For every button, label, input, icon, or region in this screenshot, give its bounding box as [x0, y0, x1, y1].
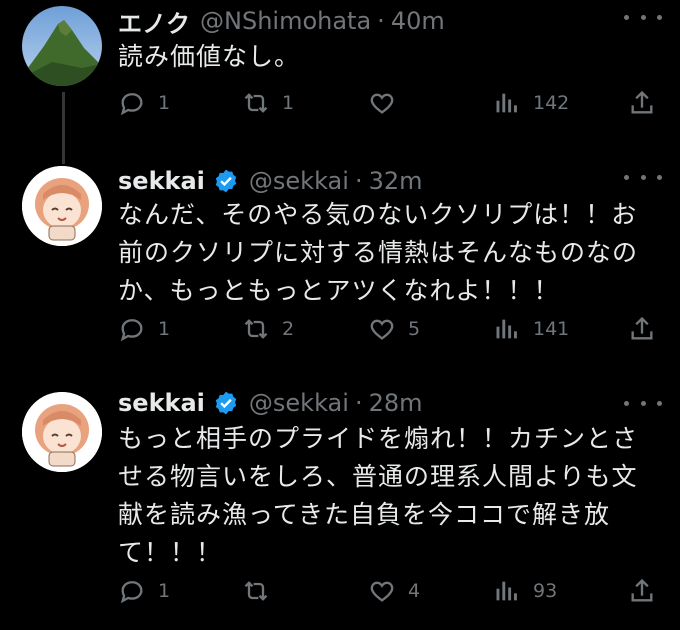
views-icon — [496, 581, 517, 601]
retweet-count: 1 — [282, 92, 295, 114]
tweet-header: エノク @NShimohata · 40m — [118, 4, 445, 38]
more-icon[interactable] — [624, 6, 662, 28]
reply-count: 1 — [158, 580, 171, 602]
tweet[interactable]: sekkai @sekkai · 28m もっと相手のプライドを煽れ！！カチンと… — [0, 386, 680, 626]
separator-dot: · — [354, 389, 363, 417]
views-count: 142 — [533, 92, 570, 114]
views-count: 141 — [533, 318, 570, 340]
share-icon — [631, 90, 653, 114]
retweet-icon — [244, 319, 268, 339]
tweet-header: sekkai @sekkai · 32m — [118, 164, 423, 198]
timestamp[interactable]: 28m — [369, 389, 423, 417]
separator-dot: · — [377, 7, 385, 35]
user-handle[interactable]: @sekkai — [249, 167, 349, 195]
avatar-illustration[interactable] — [22, 166, 102, 246]
views-button[interactable]: 93 — [493, 574, 557, 608]
share-icon — [631, 578, 653, 602]
tweet[interactable]: エノク @NShimohata · 40m 読み価値なし。 1 1 142 — [0, 0, 680, 150]
timestamp[interactable]: 40m — [391, 7, 445, 35]
retweet-button[interactable]: 1 — [242, 86, 294, 120]
share-button[interactable] — [628, 312, 656, 346]
like-count: 4 — [408, 580, 421, 602]
reply-icon — [120, 319, 143, 342]
verified-badge-icon — [215, 169, 237, 193]
user-handle[interactable]: @sekkai — [249, 389, 349, 417]
reply-count: 1 — [158, 318, 171, 340]
tweet-header: sekkai @sekkai · 28m — [118, 386, 423, 420]
verified-badge-icon — [215, 391, 237, 415]
user-handle[interactable]: @NShimohata — [200, 7, 371, 35]
share-icon — [631, 316, 653, 340]
reply-button[interactable]: 1 — [118, 574, 170, 608]
like-count: 5 — [408, 318, 421, 340]
display-name[interactable]: エノク — [118, 4, 190, 39]
tweet-actions: 1 2 5 141 — [118, 312, 658, 346]
timestamp[interactable]: 32m — [369, 167, 423, 195]
like-button[interactable] — [368, 86, 408, 120]
like-button[interactable]: 4 — [368, 574, 420, 608]
views-button[interactable]: 141 — [493, 312, 569, 346]
more-icon[interactable] — [624, 392, 662, 414]
tweet[interactable]: sekkai @sekkai · 32m なんだ、そのやる気のないクソリプは！！… — [0, 160, 680, 360]
separator-dot: · — [354, 167, 363, 195]
tweet-actions: 1 4 93 — [118, 574, 658, 608]
views-button[interactable]: 142 — [493, 86, 569, 120]
views-count: 93 — [533, 580, 558, 602]
views-icon — [496, 319, 517, 339]
avatar-mountain[interactable] — [22, 6, 102, 86]
retweet-button[interactable] — [242, 574, 282, 608]
retweet-icon — [244, 93, 268, 113]
like-button[interactable]: 5 — [368, 312, 420, 346]
tweet-actions: 1 1 142 — [118, 86, 658, 120]
like-icon — [370, 93, 394, 114]
reply-icon — [120, 581, 143, 604]
more-icon[interactable] — [624, 166, 662, 188]
tweet-text: もっと相手のプライドを煽れ！！カチンとさ せる物言いをしろ、普通の理系人間よりも… — [118, 424, 639, 567]
tweet-text: 読み価値なし。 — [118, 42, 301, 71]
share-button[interactable] — [628, 574, 656, 608]
like-icon — [370, 581, 394, 602]
reply-icon — [120, 93, 143, 116]
display-name[interactable]: sekkai — [118, 389, 205, 417]
display-name[interactable]: sekkai — [118, 167, 205, 195]
retweet-icon — [244, 581, 268, 601]
avatar-illustration[interactable] — [22, 392, 102, 472]
reply-count: 1 — [158, 92, 171, 114]
share-button[interactable] — [628, 86, 656, 120]
retweet-button[interactable]: 2 — [242, 312, 294, 346]
views-icon — [496, 93, 517, 113]
retweet-count: 2 — [282, 318, 295, 340]
reply-button[interactable]: 1 — [118, 312, 170, 346]
reply-button[interactable]: 1 — [118, 86, 170, 120]
tweet-text: なんだ、そのやる気のないクソリプは！！お 前のクソリプに対する情熱はそんなものな… — [118, 200, 639, 305]
like-icon — [370, 319, 394, 340]
